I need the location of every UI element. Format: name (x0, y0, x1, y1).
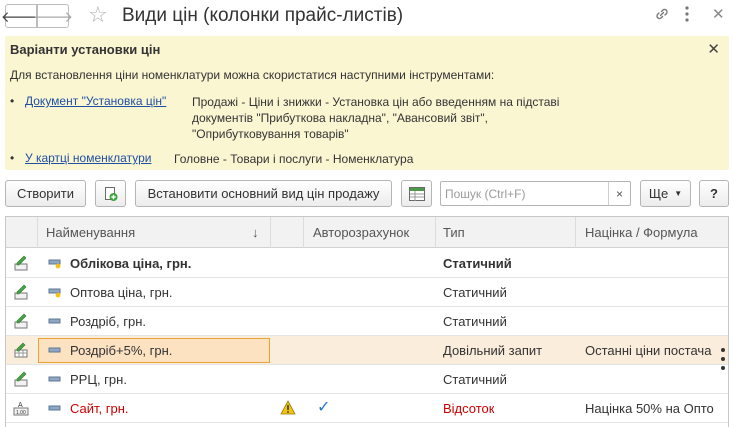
info-item: • Документ "Установка цін" Продажі - Цін… (10, 94, 560, 141)
price-type-name: Сайт, грн. (70, 400, 129, 416)
forward-button[interactable]: 🡒 (33, 4, 73, 28)
table-row-selected[interactable]: Роздріб+5%, грн. Довільний запит Останні… (6, 336, 728, 365)
page-title: Види цін (колонки прайс-листів) (122, 5, 404, 26)
table-header: Найменування ↓ Авторозрахунок Тип Націнк… (6, 217, 728, 248)
warning-icon (280, 400, 296, 418)
copy-button[interactable] (95, 180, 126, 207)
column-header-icon (6, 217, 38, 248)
more-vertical-icon[interactable] (684, 5, 690, 28)
star-icon[interactable]: ☆ (88, 2, 108, 28)
price-type-name: Оптова ціна, грн. (70, 284, 173, 300)
column-header-name[interactable]: Найменування ↓ (38, 217, 271, 248)
price-type-marker-icon (48, 365, 62, 393)
more-button[interactable]: Ще ▼ (640, 180, 691, 207)
table-settings-icon (408, 186, 425, 201)
help-button[interactable]: ? (699, 180, 729, 207)
price-type-marker-icon (48, 394, 62, 422)
price-type-name: Роздріб+5%, грн. (70, 342, 173, 358)
info-item: • У картці номенклатури Головне - Товари… (10, 151, 414, 166)
chevron-down-icon: ▼ (674, 189, 683, 198)
price-type-kind: Відсоток (443, 400, 495, 416)
close-icon[interactable]: ✕ (712, 5, 725, 23)
price-edit-icon (14, 307, 28, 335)
info-item-description: Продажі - Ціни і знижки - Установка цін … (192, 95, 560, 141)
price-type-kind: Статичний (443, 255, 512, 271)
price-type-marker-icon (48, 336, 62, 364)
title-bar: 🡐 🡒 ☆ Види цін (колонки прайс-листів) ✕ (0, 0, 734, 34)
price-type-formula: Останні ціни постача (585, 342, 712, 358)
price-formula-icon (14, 336, 28, 364)
checkmark-icon: ✓ (317, 399, 331, 416)
search-field[interactable]: × (440, 181, 631, 206)
price-type-marker-icon (48, 278, 62, 306)
table-row[interactable]: Роздріб, грн. Статичний (6, 307, 728, 336)
copy-add-icon (104, 186, 117, 201)
price-type-kind: Довільний запит (443, 342, 543, 358)
info-item-description: Головне - Товари і послуги - Номенклатур… (174, 152, 414, 166)
table-row[interactable]: A 1.00 Сайт, грн. ✓ Відсоток Націнка 50% … (6, 394, 728, 423)
column-header-autocalc[interactable]: Авторозрахунок (304, 217, 436, 248)
price-edit-icon (14, 365, 28, 393)
info-panel: Варіанти установки цін ✕ Для встановленн… (5, 36, 729, 170)
create-button[interactable]: Створити (5, 180, 86, 207)
price-type-kind: Статичний (443, 371, 507, 387)
close-icon[interactable]: ✕ (707, 40, 720, 58)
search-input[interactable] (441, 182, 609, 205)
clear-search-button[interactable]: × (608, 182, 630, 205)
sort-arrow-icon: ↓ (252, 225, 259, 240)
report-button[interactable] (401, 180, 432, 207)
column-header-formula[interactable]: Націнка / Формула (576, 217, 728, 248)
price-edit-icon (14, 249, 28, 277)
info-panel-intro: Для встановлення ціни номенклатури можна… (10, 68, 495, 82)
price-type-name: РРЦ, грн. (70, 371, 127, 387)
price-type-name: Облікова ціна, грн. (70, 255, 192, 271)
document-price-setting-link[interactable]: Документ "Установка цін" (25, 94, 166, 108)
column-header-warning (271, 217, 304, 248)
price-types-table: Найменування ↓ Авторозрахунок Тип Націнк… (5, 216, 729, 427)
svg-text:A: A (18, 402, 23, 409)
price-type-marker-icon (48, 249, 62, 277)
price-type-kind: Статичний (443, 313, 507, 329)
set-main-price-type-button[interactable]: Встановити основний вид цін продажу (135, 180, 392, 207)
svg-text:1.00: 1.00 (16, 410, 26, 416)
link-icon[interactable] (654, 6, 670, 27)
column-header-type[interactable]: Тип (436, 217, 576, 248)
price-type-marker-icon (48, 307, 62, 335)
price-type-name: Роздріб, грн. (70, 313, 146, 329)
info-panel-title: Варіанти установки цін (10, 42, 161, 57)
table-row[interactable]: Облікова ціна, грн. Статичний (6, 249, 728, 278)
product-card-link[interactable]: У картці номенклатури (25, 151, 151, 165)
price-type-kind: Статичний (443, 284, 507, 300)
arrow-right-icon: 🡒 (32, 8, 74, 26)
table-row[interactable]: Оптова ціна, грн. Статичний (6, 278, 728, 307)
price-edit-icon (14, 278, 28, 306)
price-type-formula: Націнка 50% на Опто (585, 400, 714, 416)
table-row[interactable]: РРЦ, грн. Статичний (6, 365, 728, 394)
more-vertical-icon[interactable] (720, 348, 726, 376)
price-percent-icon: A 1.00 (13, 394, 29, 422)
